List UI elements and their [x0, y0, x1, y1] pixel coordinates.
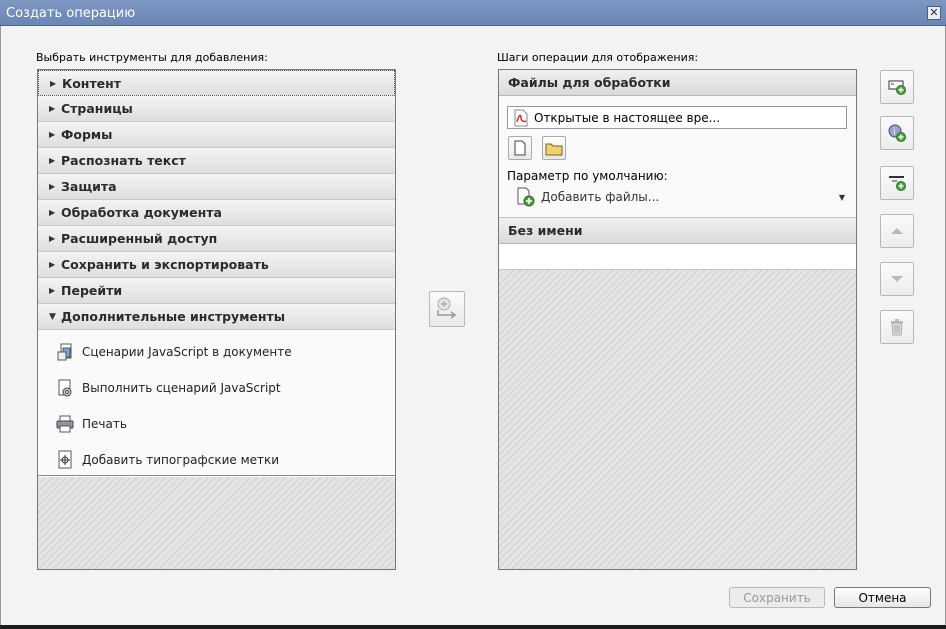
- files-source-field[interactable]: Открытые в настоящее вре...: [507, 106, 847, 129]
- tool-list: Сценарии JavaScript в документе Выполнит…: [38, 330, 395, 476]
- tool-label: Сценарии JavaScript в документе: [82, 345, 292, 359]
- title-bar: Создать операцию ✕: [0, 0, 946, 26]
- expand-arrow-icon: ▶: [49, 260, 56, 269]
- expand-arrow-icon: ▶: [49, 234, 56, 243]
- save-button[interactable]: Сохранить: [729, 587, 825, 608]
- printer-marks-icon: [54, 449, 76, 471]
- default-param-label: Параметр по умолчанию:: [507, 169, 668, 183]
- add-step-button[interactable]: [429, 291, 465, 327]
- unnamed-section-header[interactable]: Без имени: [499, 218, 856, 244]
- category-protection[interactable]: ▶ Защита: [38, 174, 395, 200]
- chevron-down-icon: ▼: [838, 192, 845, 202]
- category-label: Перейти: [61, 283, 123, 298]
- category-label: Страницы: [61, 101, 133, 116]
- folder-icon: [545, 143, 563, 155]
- pdf-file-icon: [514, 109, 528, 126]
- delete-button[interactable]: [880, 310, 914, 344]
- close-button[interactable]: ✕: [927, 6, 941, 20]
- add-separator-icon: [889, 176, 906, 191]
- move-up-button[interactable]: [880, 214, 914, 248]
- tool-document-javascript[interactable]: Сценарии JavaScript в документе: [38, 334, 395, 370]
- files-section-header[interactable]: Файлы для обработки: [499, 70, 856, 96]
- add-files-label: Добавить файлы...: [541, 190, 660, 204]
- svg-text:i: i: [893, 128, 896, 138]
- info-add-icon: i: [888, 124, 906, 142]
- move-down-button[interactable]: [880, 262, 914, 296]
- steps-empty-area: [499, 270, 856, 569]
- category-forms[interactable]: ▶ Формы: [38, 122, 395, 148]
- category-more-tools[interactable]: ▼ Дополнительные инструменты: [38, 304, 395, 330]
- add-file-button[interactable]: [508, 136, 532, 160]
- steps-panel: Файлы для обработки Открытые в настоящее…: [498, 69, 857, 570]
- tools-panel: ▶ Контент ▶ Страницы ▶ Формы ▶ Распознат…: [37, 69, 396, 570]
- add-panel-icon: [888, 80, 906, 95]
- files-source-value: Открытые в настоящее вре...: [534, 110, 721, 125]
- tool-printer-marks[interactable]: Добавить типографские метки: [38, 442, 395, 478]
- expand-arrow-icon: ▶: [49, 208, 56, 217]
- tool-label: Печать: [82, 417, 127, 431]
- add-arrow-icon: [437, 297, 457, 319]
- category-label: Распознать текст: [61, 153, 186, 168]
- tool-run-javascript[interactable]: Выполнить сценарий JavaScript: [38, 370, 395, 406]
- steps-label: Шаги операции для отображения:: [497, 51, 699, 64]
- add-files-dropdown[interactable]: Добавить файлы... ▼: [515, 186, 845, 208]
- category-extended-access[interactable]: ▶ Расширенный доступ: [38, 226, 395, 252]
- expand-arrow-icon: ▶: [49, 156, 56, 165]
- category-navigate[interactable]: ▶ Перейти: [38, 278, 395, 304]
- tools-label: Выбрать инструменты для добавления:: [36, 51, 268, 64]
- add-folder-button[interactable]: [542, 136, 566, 160]
- add-document-icon: [517, 187, 535, 207]
- tools-empty-area: [38, 477, 395, 569]
- tool-label: Выполнить сценарий JavaScript: [82, 381, 281, 395]
- category-save-export[interactable]: ▶ Сохранить и экспортировать: [38, 252, 395, 278]
- add-info-button[interactable]: i: [880, 116, 914, 150]
- window-title: Создать операцию: [6, 6, 136, 21]
- arrow-up-icon: [891, 228, 903, 234]
- category-label: Дополнительные инструменты: [61, 309, 286, 324]
- files-section-body: Открытые в настоящее вре... Параметр по …: [499, 96, 856, 218]
- category-document-processing[interactable]: ▶ Обработка документа: [38, 200, 395, 226]
- window-bottom-border: [0, 625, 946, 629]
- expand-arrow-icon: ▶: [50, 78, 57, 88]
- unnamed-section-body[interactable]: [499, 244, 856, 270]
- category-content[interactable]: ▶ Контент: [38, 70, 395, 96]
- category-label: Контент: [62, 75, 122, 91]
- file-icon: [514, 140, 526, 156]
- tool-print[interactable]: Печать: [38, 406, 395, 442]
- add-instruction-button[interactable]: [880, 70, 914, 104]
- category-label: Сохранить и экспортировать: [61, 257, 269, 272]
- collapse-arrow-icon: ▼: [49, 311, 56, 322]
- expand-arrow-icon: ▶: [49, 286, 56, 295]
- category-ocr[interactable]: ▶ Распознать текст: [38, 148, 395, 174]
- category-label: Формы: [61, 127, 113, 142]
- expand-arrow-icon: ▶: [49, 104, 56, 113]
- tool-label: Добавить типографские метки: [82, 453, 280, 467]
- category-pages[interactable]: ▶ Страницы: [38, 96, 395, 122]
- category-label: Расширенный доступ: [61, 231, 218, 246]
- add-separator-button[interactable]: [880, 166, 914, 200]
- arrow-down-icon: [891, 276, 903, 282]
- expand-arrow-icon: ▶: [49, 130, 56, 139]
- dialog-client: Выбрать инструменты для добавления: Шаги…: [0, 26, 946, 629]
- category-label: Защита: [61, 179, 117, 194]
- cancel-button[interactable]: Отмена: [834, 587, 931, 608]
- javascript-document-icon: [54, 341, 76, 363]
- category-label: Обработка документа: [61, 205, 222, 220]
- expand-arrow-icon: ▶: [49, 182, 56, 191]
- printer-icon: [54, 413, 76, 435]
- run-javascript-icon: [54, 377, 76, 399]
- trash-icon: [891, 319, 903, 336]
